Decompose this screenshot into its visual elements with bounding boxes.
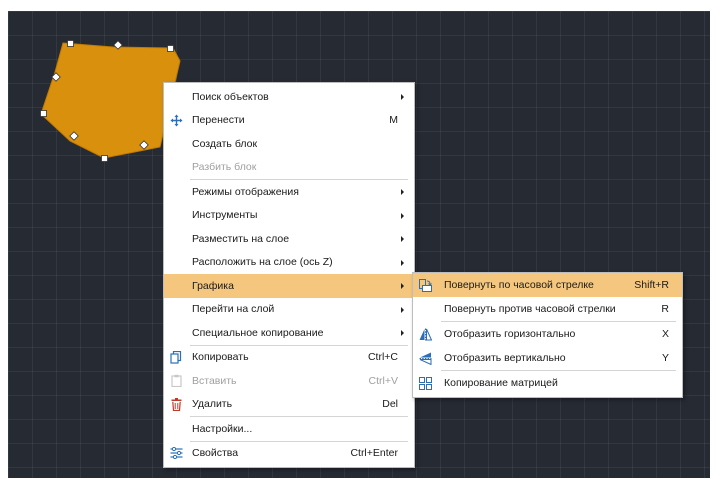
menu-item-label: Поиск объектов xyxy=(192,90,269,103)
properties-icon xyxy=(168,442,184,466)
menu-item-label: Специальное копирование xyxy=(192,326,324,339)
menu-item-label: Повернуть против часовой стрелки xyxy=(444,303,616,315)
selection-handle[interactable] xyxy=(167,45,174,52)
menu-item-explode-block[interactable]: Разбить блок xyxy=(164,156,414,180)
menu-item-create-block[interactable]: Создать блок xyxy=(164,132,414,156)
trash-icon xyxy=(168,393,184,417)
submenu-arrow-icon xyxy=(401,212,404,219)
menu-item-arrange-z[interactable]: Расположить на слое (ось Z) xyxy=(164,251,414,275)
menu-item-label: Разбить блок xyxy=(192,161,257,174)
menu-item-label: Повернуть по часовой стрелке xyxy=(444,279,594,291)
submenu-item-rotate-ccw[interactable]: Повернуть против часовой стрелки R xyxy=(413,297,682,321)
menu-item-label: Графика xyxy=(192,279,234,292)
paste-icon xyxy=(168,369,184,393)
menu-item-shortcut: M xyxy=(389,114,398,127)
selection-handle[interactable] xyxy=(101,155,108,162)
submenu-item-flip-horizontal[interactable]: Отобразить горизонтально X xyxy=(413,322,682,346)
menu-item-label: Перейти на слой xyxy=(192,303,275,316)
selected-polygon-shape[interactable] xyxy=(40,42,181,159)
submenu-arrow-icon xyxy=(401,259,404,266)
menu-item-label: Перенести xyxy=(192,114,245,127)
menu-item-label: Копирование матрицей xyxy=(444,377,558,389)
menu-item-shortcut: Del xyxy=(382,398,398,411)
rotate-cw-icon xyxy=(417,273,433,297)
menu-item-shortcut: X xyxy=(661,328,669,340)
menu-item-go-to-layer[interactable]: Перейти на слой xyxy=(164,298,414,322)
selection-handle[interactable] xyxy=(67,40,74,47)
menu-item-label: Режимы отображения xyxy=(192,185,299,198)
menu-item-graphics[interactable]: Графика xyxy=(164,274,414,298)
menu-item-tools[interactable]: Инструменты xyxy=(164,204,414,228)
menu-item-properties[interactable]: Свойства Ctrl+Enter xyxy=(164,442,414,466)
matrix-copy-icon xyxy=(417,371,433,395)
submenu-arrow-icon xyxy=(401,189,404,195)
graphics-submenu: Повернуть по часовой стрелке Shift+R Пов… xyxy=(412,272,683,398)
submenu-item-flip-vertical[interactable]: Отобразить вертикально Y xyxy=(413,346,682,370)
submenu-item-matrix-copy[interactable]: Копирование матрицей xyxy=(413,371,682,395)
menu-item-shortcut: Ctrl+C xyxy=(367,351,398,364)
menu-item-settings[interactable]: Настройки... xyxy=(164,417,414,441)
menu-item-delete[interactable]: Удалить Del xyxy=(164,393,414,417)
flip-vertical-icon xyxy=(417,346,433,370)
menu-item-label: Вставить xyxy=(192,374,237,387)
menu-item-shortcut: Shift+R xyxy=(634,279,669,291)
submenu-arrow-icon xyxy=(401,94,404,100)
menu-item-shortcut: Y xyxy=(661,352,669,364)
menu-item-label: Разместить на слое xyxy=(192,232,290,245)
context-menu: Поиск объектов Перенести M Создать блок … xyxy=(163,82,415,468)
menu-item-label: Инструменты xyxy=(192,209,258,222)
menu-item-label: Удалить xyxy=(192,398,233,411)
copy-icon xyxy=(168,346,184,370)
submenu-arrow-icon xyxy=(401,330,404,336)
submenu-arrow-icon xyxy=(401,306,404,313)
flip-horizontal-icon xyxy=(417,322,433,346)
selection-handle[interactable] xyxy=(40,110,47,117)
menu-item-shortcut: R xyxy=(661,303,669,315)
menu-item-label: Отобразить вертикально xyxy=(444,352,566,364)
menu-item-shortcut: Ctrl+Enter xyxy=(350,447,398,460)
move-icon xyxy=(168,109,184,133)
menu-item-special-copy[interactable]: Специальное копирование xyxy=(164,321,414,345)
menu-item-paste[interactable]: Вставить Ctrl+V xyxy=(164,369,414,393)
menu-item-label: Копировать xyxy=(192,351,249,364)
submenu-arrow-icon xyxy=(401,236,404,242)
menu-item-display-modes[interactable]: Режимы отображения xyxy=(164,180,414,204)
menu-item-copy[interactable]: Копировать Ctrl+C xyxy=(164,346,414,370)
menu-item-label: Свойства xyxy=(192,447,239,460)
submenu-arrow-icon xyxy=(401,283,404,289)
menu-item-shortcut: Ctrl+V xyxy=(368,374,398,387)
submenu-item-rotate-cw[interactable]: Повернуть по часовой стрелке Shift+R xyxy=(413,273,682,297)
menu-item-label: Настройки... xyxy=(192,422,253,435)
menu-item-find-objects[interactable]: Поиск объектов xyxy=(164,85,414,109)
menu-item-label: Отобразить горизонтально xyxy=(444,328,576,340)
menu-item-move[interactable]: Перенести M xyxy=(164,109,414,133)
menu-item-place-on-layer[interactable]: Разместить на слое xyxy=(164,227,414,251)
menu-item-label: Создать блок xyxy=(192,137,258,150)
menu-item-label: Расположить на слое (ось Z) xyxy=(192,256,333,269)
